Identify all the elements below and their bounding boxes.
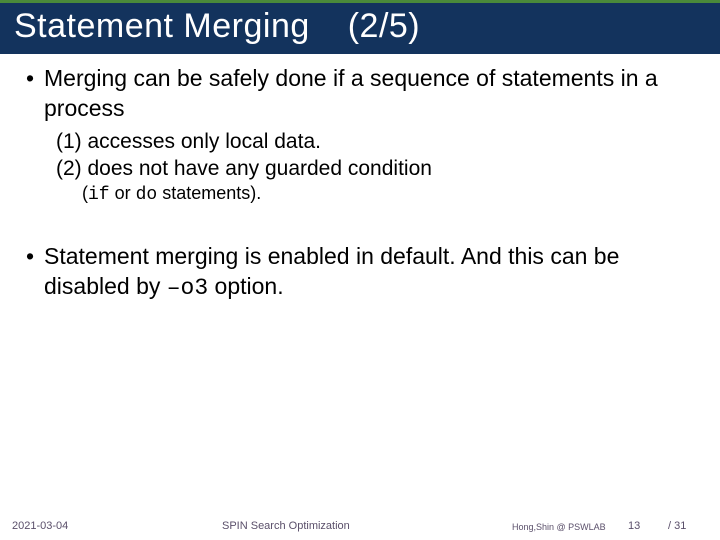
footer-page: 13 xyxy=(628,520,640,532)
footer: 2021-03-04 SPIN Search Optimization Hong… xyxy=(0,514,720,534)
spacer xyxy=(26,208,694,242)
sub-2: (2) does not have any guarded condition xyxy=(56,155,694,182)
bullet-dot: • xyxy=(26,64,44,124)
bullet-dot: • xyxy=(26,242,44,304)
title-bar: Statement Merging (2/5) xyxy=(0,0,720,54)
footer-date: 2021-03-04 xyxy=(12,520,68,532)
bullet-1-text: Merging can be safely done if a sequence… xyxy=(44,64,694,124)
bullet-2: • Statement merging is enabled in defaul… xyxy=(26,242,694,304)
title-part: (2/5) xyxy=(348,7,420,45)
code-if: if xyxy=(88,185,110,205)
b2-b: option. xyxy=(208,273,283,299)
bullet-2-text: Statement merging is enabled in default.… xyxy=(44,242,694,304)
slide-title: Statement Merging (2/5) xyxy=(14,7,706,46)
sub-sub-1: (if or do statements). xyxy=(82,182,694,207)
footer-center: SPIN Search Optimization xyxy=(222,520,350,532)
ss-close: statements). xyxy=(157,183,261,203)
footer-author: Hong,Shin @ PSWLAB xyxy=(512,522,606,532)
content: • Merging can be safely done if a sequen… xyxy=(0,54,720,304)
title-main: Statement Merging xyxy=(14,7,310,46)
ss-mid: or xyxy=(110,183,136,203)
sub-1: (1) accesses only local data. xyxy=(56,128,694,155)
bullet-1: • Merging can be safely done if a sequen… xyxy=(26,64,694,124)
footer-total: / 31 xyxy=(668,520,686,532)
b2-a: Statement merging is enabled in default.… xyxy=(44,243,619,299)
code-o3: –o3 xyxy=(167,275,208,301)
slide: Statement Merging (2/5) • Merging can be… xyxy=(0,0,720,540)
code-do: do xyxy=(136,185,158,205)
